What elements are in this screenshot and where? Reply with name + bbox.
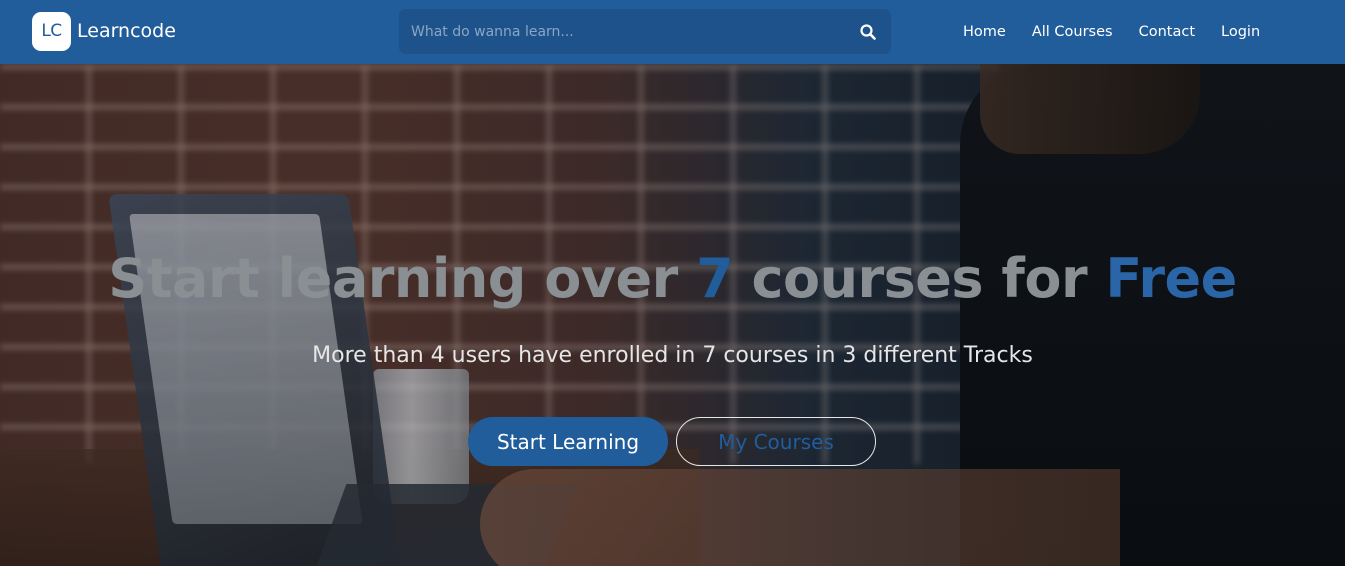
search-button[interactable] xyxy=(853,17,883,47)
start-learning-button[interactable]: Start Learning xyxy=(468,417,668,466)
hero-headline: Start learning over 7 courses for Free xyxy=(0,252,1345,306)
nav-link-all-courses[interactable]: All Courses xyxy=(1032,24,1113,40)
hero-subline: More than 4 users have enrolled in 7 cou… xyxy=(312,343,1033,368)
search-bar xyxy=(399,9,891,54)
hero-background-hair xyxy=(980,64,1200,154)
hero-section: Start learning over 7 courses for Free M… xyxy=(0,64,1345,566)
nav-link-contact[interactable]: Contact xyxy=(1139,24,1195,40)
search-icon xyxy=(860,24,876,40)
brand-logo: LC xyxy=(32,11,71,51)
search-input[interactable] xyxy=(399,9,839,54)
headline-course-count: 7 xyxy=(696,247,734,310)
brand[interactable]: LC Learncode xyxy=(32,11,176,51)
brand-name: Learncode xyxy=(77,20,176,42)
navbar: LC Learncode Home All Courses Contact Lo… xyxy=(0,0,1345,64)
nav-links: Home All Courses Contact Login xyxy=(950,0,1273,64)
headline-part1: Start learning over xyxy=(108,247,697,310)
nav-link-login[interactable]: Login xyxy=(1221,24,1260,40)
headline-part2: courses for xyxy=(733,247,1106,310)
nav-link-home[interactable]: Home xyxy=(963,24,1006,40)
my-courses-button[interactable]: My Courses xyxy=(676,417,876,466)
hero-background-arm xyxy=(480,469,1120,566)
headline-free: Free xyxy=(1105,247,1237,310)
